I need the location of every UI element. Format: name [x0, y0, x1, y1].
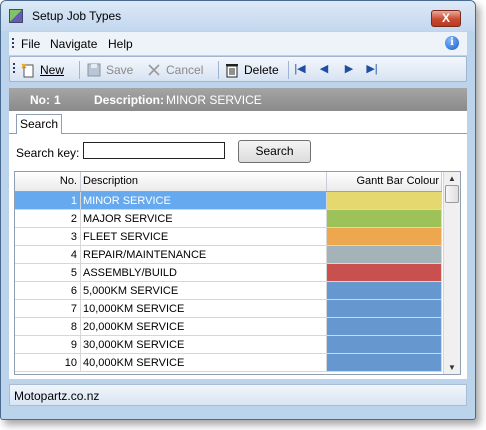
row-gantt-colour-swatch [327, 210, 442, 228]
save-disk-icon [86, 62, 102, 78]
next-record-icon[interactable]: ▶ [343, 63, 355, 75]
row-number: 3 [15, 228, 81, 246]
toolbar-separator [218, 61, 219, 79]
row-description: REPAIR/MAINTENANCE [81, 246, 327, 264]
window-title: Setup Job Types [32, 9, 122, 23]
row-gantt-colour-swatch [327, 264, 442, 282]
column-header-description[interactable]: Description [81, 172, 327, 191]
row-description: MINOR SERVICE [81, 192, 327, 210]
job-types-grid: No. Description Gantt Bar Colour 1 MINOR … [14, 171, 461, 375]
row-description: FLEET SERVICE [81, 228, 327, 246]
scroll-up-arrow-icon[interactable]: ▲ [448, 174, 456, 183]
first-record-icon[interactable]: |◀ [294, 63, 306, 75]
toolbar-separator [288, 61, 289, 79]
row-number: 8 [15, 318, 81, 336]
row-gantt-colour-swatch [327, 336, 442, 354]
tab-divider [9, 133, 467, 134]
cancel-x-icon [146, 62, 162, 78]
row-number: 6 [15, 282, 81, 300]
menu-help[interactable]: Help [108, 37, 133, 51]
row-description: ASSEMBLY/BUILD [81, 264, 327, 282]
table-row[interactable]: 5 ASSEMBLY/BUILD [15, 264, 442, 282]
menu-file[interactable]: File [21, 37, 40, 51]
search-key-label: Search key: [16, 146, 80, 160]
close-button[interactable]: X [431, 10, 461, 27]
delete-label: Delete [244, 63, 279, 77]
search-key-input[interactable] [83, 142, 225, 159]
table-row[interactable]: 8 20,000KM SERVICE [15, 318, 442, 336]
save-button[interactable]: Save [86, 61, 133, 79]
scroll-down-arrow-icon[interactable]: ▼ [448, 363, 456, 372]
last-record-icon[interactable]: ▶| [366, 63, 378, 75]
toolbar-separator [79, 61, 80, 79]
row-description: 40,000KM SERVICE [81, 354, 327, 372]
table-row[interactable]: 10 40,000KM SERVICE [15, 354, 442, 372]
row-number: 4 [15, 246, 81, 264]
row-description: 10,000KM SERVICE [81, 300, 327, 318]
scroll-thumb[interactable] [445, 185, 459, 203]
grid-header: No. Description Gantt Bar Colour [15, 172, 442, 192]
row-number: 5 [15, 264, 81, 282]
title-bar: Setup Job Types X [1, 1, 475, 31]
row-description: 5,000KM SERVICE [81, 282, 327, 300]
grid-scrollbar[interactable]: ▲ ▼ [443, 172, 460, 374]
search-button[interactable]: Search [238, 140, 311, 163]
table-row[interactable]: 4 REPAIR/MAINTENANCE [15, 246, 442, 264]
record-description-value: MINOR SERVICE [166, 93, 262, 107]
delete-button[interactable]: Delete [224, 61, 279, 79]
record-no-label: No: [30, 93, 50, 107]
row-gantt-colour-swatch [327, 300, 442, 318]
row-gantt-colour-swatch [327, 228, 442, 246]
status-bar: Motopartz.co.nz [9, 384, 467, 406]
table-row[interactable]: 6 5,000KM SERVICE [15, 282, 442, 300]
menu-bar: File Navigate Help i [9, 32, 467, 55]
setup-job-types-window: Setup Job Types X File Navigate Help i N… [0, 0, 476, 420]
record-no-value: 1 [54, 93, 61, 107]
row-gantt-colour-swatch [327, 192, 442, 210]
previous-record-icon[interactable]: ◀ [318, 63, 330, 75]
row-number: 1 [15, 192, 81, 210]
row-number: 9 [15, 336, 81, 354]
table-row[interactable]: 9 30,000KM SERVICE [15, 336, 442, 354]
table-row[interactable]: 2 MAJOR SERVICE [15, 210, 442, 228]
save-label: Save [106, 63, 134, 77]
cancel-button[interactable]: Cancel [146, 61, 203, 79]
new-button[interactable]: New [20, 61, 64, 79]
status-text: Motopartz.co.nz [14, 389, 100, 403]
table-row[interactable]: 7 10,000KM SERVICE [15, 300, 442, 318]
row-gantt-colour-swatch [327, 282, 442, 300]
table-row[interactable]: 3 FLEET SERVICE [15, 228, 442, 246]
tab-search[interactable]: Search [16, 114, 62, 134]
trash-icon [224, 62, 240, 78]
cancel-label: Cancel [166, 63, 204, 77]
new-label: New [40, 63, 65, 77]
column-header-gantt-bar-colour[interactable]: Gantt Bar Colour [327, 172, 442, 191]
new-document-icon [20, 62, 36, 78]
row-description: MAJOR SERVICE [81, 210, 327, 228]
record-header: No: 1 Description: MINOR SERVICE [9, 88, 467, 111]
row-gantt-colour-swatch [327, 246, 442, 264]
toolbar: New Save Cancel Delete |◀ ◀ ▶ ▶| [9, 56, 467, 82]
app-icon [9, 9, 23, 23]
row-number: 2 [15, 210, 81, 228]
row-number: 10 [15, 354, 81, 372]
menu-navigate[interactable]: Navigate [50, 37, 97, 51]
column-header-no[interactable]: No. [15, 172, 81, 191]
row-gantt-colour-swatch [327, 318, 442, 336]
main-content: Search Search key: Search No. Descriptio… [9, 111, 467, 379]
row-gantt-colour-swatch [327, 354, 442, 372]
row-description: 20,000KM SERVICE [81, 318, 327, 336]
row-description: 30,000KM SERVICE [81, 336, 327, 354]
row-number: 7 [15, 300, 81, 318]
info-icon[interactable]: i [445, 36, 459, 50]
record-description-label: Description: [94, 93, 165, 107]
table-row[interactable]: 1 MINOR SERVICE [15, 192, 442, 210]
